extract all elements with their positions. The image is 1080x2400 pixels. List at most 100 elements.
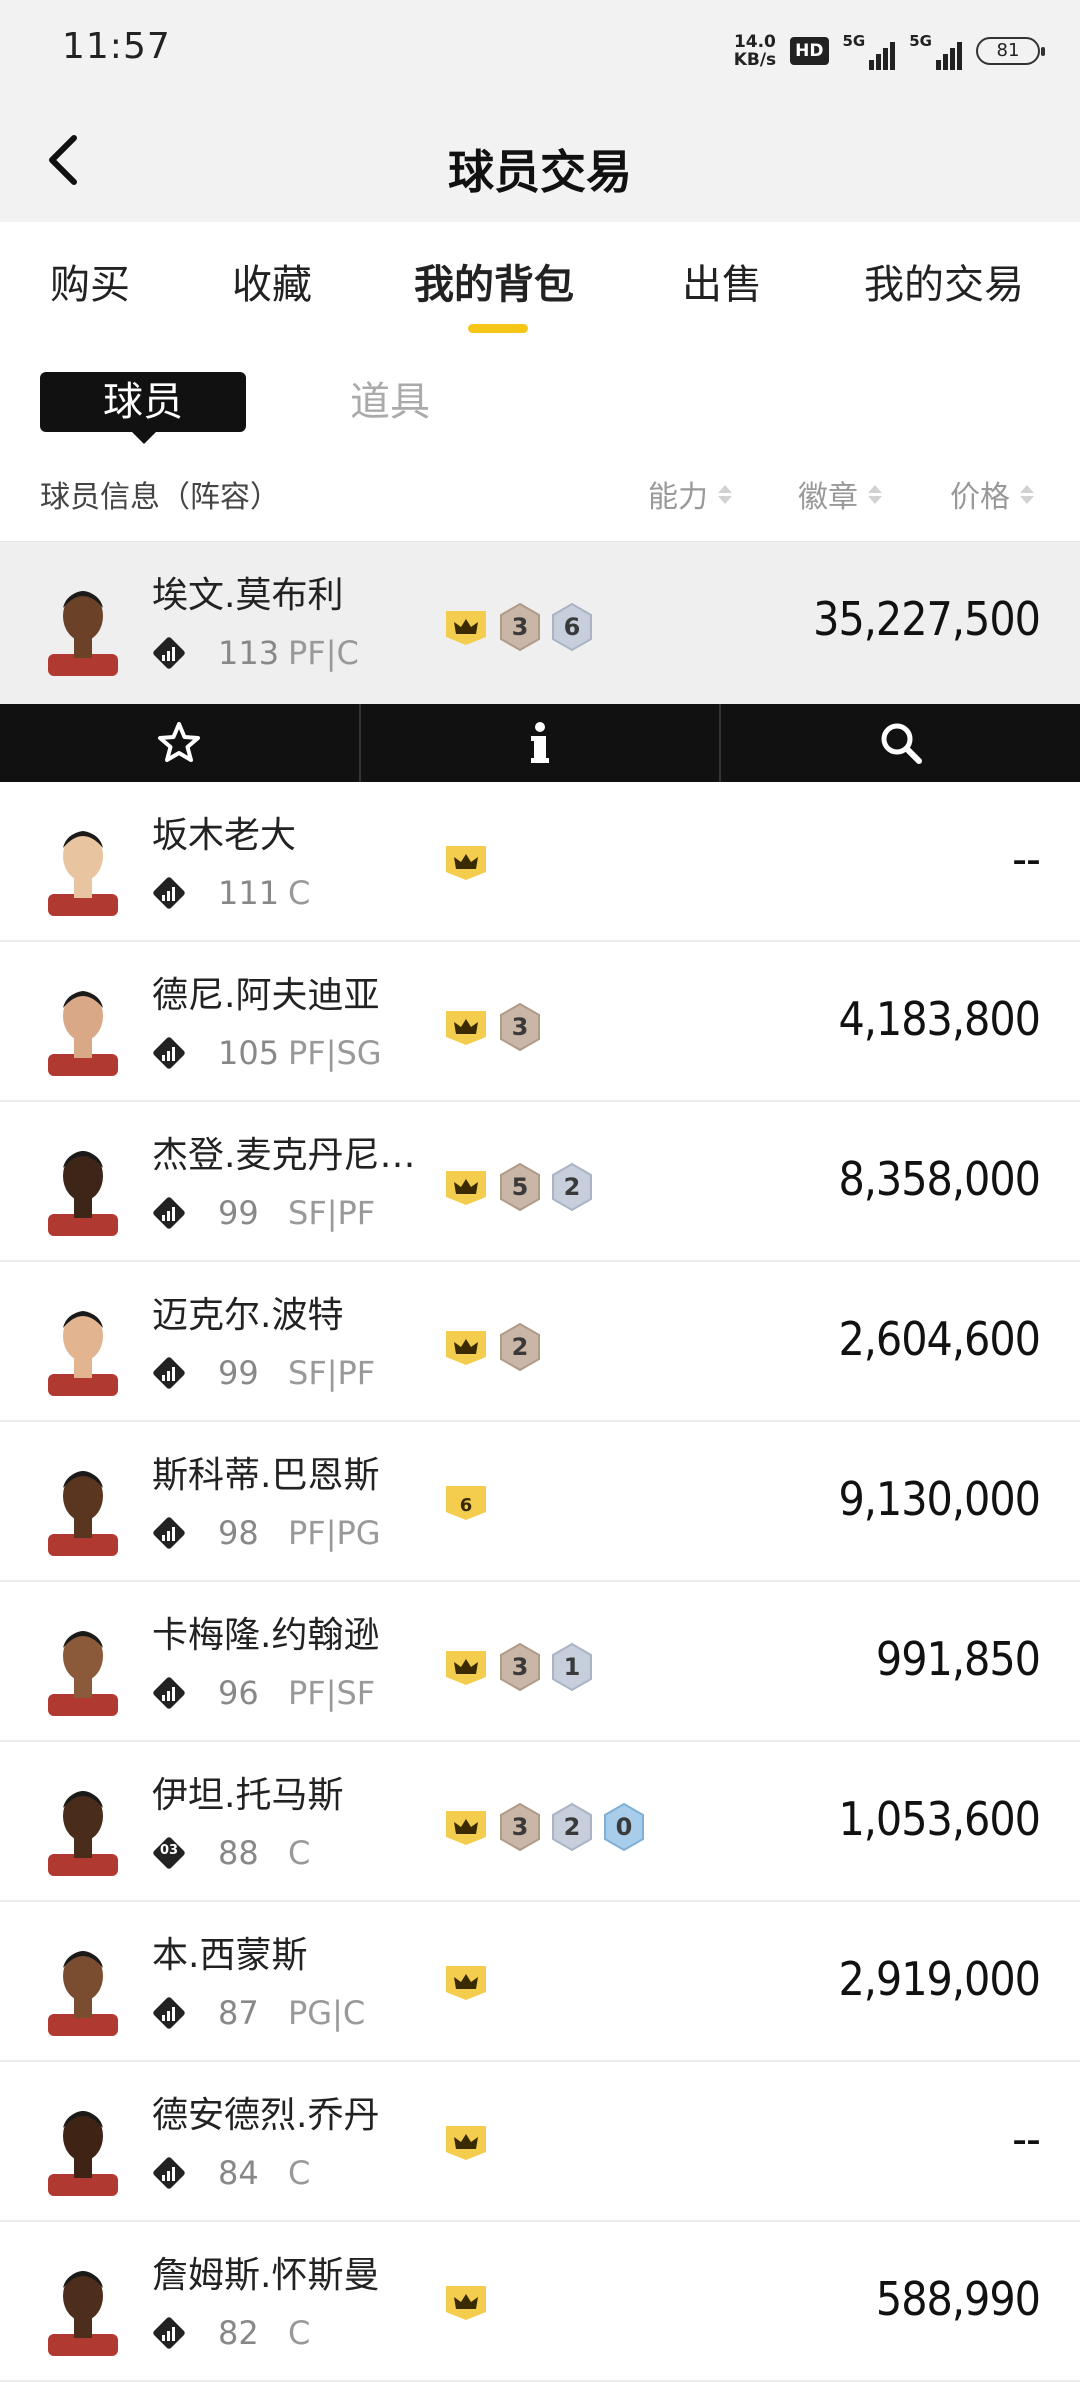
player-rating: 87: [218, 1994, 259, 2032]
nav-header: 球员交易: [0, 100, 1080, 222]
badge-group: [442, 842, 490, 882]
player-rating: 111: [218, 874, 280, 912]
badge-group: 6: [442, 1482, 490, 1522]
player-name: 詹姆斯.怀斯曼: [152, 2255, 380, 2296]
tab-active-indicator: [468, 324, 528, 333]
tab-buy[interactable]: 购买: [50, 252, 130, 310]
search-icon: [881, 723, 922, 764]
player-position: SF|PF: [288, 1194, 376, 1232]
crown-badge-icon: [442, 842, 490, 882]
player-row[interactable]: 詹姆斯.怀斯曼 82 C 588,990: [0, 2222, 1080, 2382]
player-rating: 84: [218, 2154, 259, 2192]
player-row[interactable]: 斯科蒂.巴恩斯 98 PF|PG 6 9,130,000: [0, 1422, 1080, 1582]
badge-group: 3: [442, 1002, 542, 1052]
crown-badge-icon: [442, 1327, 490, 1367]
badge-count: 3: [498, 602, 542, 652]
crown-badge-icon: 6: [442, 1482, 490, 1522]
battery-icon: 81: [976, 37, 1045, 65]
tier-icon: [152, 1516, 186, 1550]
star-icon: [158, 722, 201, 762]
signal-icon: 5G: [843, 32, 896, 70]
player-row[interactable]: 德尼.阿夫迪亚 105 PF|SG 3 4,183,800: [0, 942, 1080, 1102]
player-avatar: [38, 1456, 128, 1556]
player-position: C: [288, 874, 311, 912]
player-list: 埃文.莫布利 113 PF|C 3 6 35,227,500 坂木老大 111 C -- 德尼.阿夫…: [0, 542, 1080, 2382]
player-meta: 99 SF|PF: [152, 1354, 375, 1392]
player-price: 991,850: [875, 1632, 1041, 1686]
tab-my-bag[interactable]: 我的背包: [414, 252, 574, 310]
player-meta: 87 PG|C: [152, 1994, 365, 2032]
tier-icon: [152, 1196, 186, 1230]
player-row[interactable]: 迈克尔.波特 99 SF|PF 2 2,604,600: [0, 1262, 1080, 1422]
crown-badge-icon: [442, 2122, 490, 2162]
row-action-bar: [0, 704, 1080, 782]
player-price: 1,053,600: [838, 1792, 1041, 1846]
player-avatar: [38, 1936, 128, 2036]
svg-text:6: 6: [460, 1495, 473, 1516]
column-player-info: 球员信息（阵容）: [40, 480, 280, 515]
sort-icon: [868, 484, 882, 504]
tier-icon: [152, 1036, 186, 1070]
badge-group: [442, 2122, 490, 2162]
player-rating: 88: [218, 1834, 259, 1872]
player-name: 杰登.麦克丹尼尔斯: [152, 1135, 420, 1176]
sort-icon: [1020, 484, 1034, 504]
tier-icon: [152, 1676, 186, 1710]
player-rating: 98: [218, 1514, 259, 1552]
crown-badge-icon: [442, 1807, 490, 1847]
sort-by-price[interactable]: 价格: [950, 472, 1034, 516]
player-avatar: [38, 2256, 128, 2356]
player-meta: 84 C: [152, 2154, 310, 2192]
hd-voice-icon: HD: [790, 37, 829, 65]
tab-my-trades[interactable]: 我的交易: [864, 252, 1024, 310]
player-position: PF|SF: [288, 1674, 376, 1712]
tier-icon: [152, 636, 186, 670]
player-row[interactable]: 本.西蒙斯 87 PG|C 2,919,000: [0, 1902, 1080, 2062]
crown-badge-icon: [442, 607, 490, 647]
player-row[interactable]: 杰登.麦克丹尼尔斯 99 SF|PF 52 8,358,000: [0, 1102, 1080, 1262]
badge-group: 36: [442, 602, 594, 652]
player-position: C: [288, 1834, 311, 1872]
subtab-players[interactable]: 球员: [40, 372, 246, 444]
sort-by-ability[interactable]: 能力: [648, 472, 732, 516]
subtab-items[interactable]: 道具: [350, 372, 430, 432]
tab-sell[interactable]: 出售: [682, 252, 762, 310]
tier-icon: [152, 1356, 186, 1390]
player-avatar: [38, 976, 128, 1076]
player-rating: 105: [218, 1034, 280, 1072]
player-row[interactable]: 坂木老大 111 C --: [0, 782, 1080, 942]
player-row[interactable]: 德安德烈.乔丹 84 C --: [0, 2062, 1080, 2222]
player-name: 坂木老大: [152, 815, 297, 856]
player-name: 伊坦.托马斯: [152, 1775, 344, 1816]
tab-favorites[interactable]: 收藏: [232, 252, 312, 310]
player-rating: 99: [218, 1194, 259, 1232]
player-name: 卡梅隆.约翰逊: [152, 1615, 380, 1656]
signal-icon: 5G: [909, 32, 962, 70]
badge-count: 1: [550, 1642, 594, 1692]
badge-group: 320: [442, 1802, 646, 1852]
search-button[interactable]: [721, 704, 1080, 782]
player-meta: 82 C: [152, 2314, 310, 2352]
tier-icon: [152, 2156, 186, 2190]
player-rating: 113: [218, 634, 280, 672]
status-time: 11:57: [62, 26, 171, 67]
player-row[interactable]: 卡梅隆.约翰逊 96 PF|SF 3 1 991,850: [0, 1582, 1080, 1742]
sort-by-badges[interactable]: 徽章: [798, 472, 882, 516]
badge-group: 31: [442, 1642, 594, 1692]
player-position: PG|C: [288, 1994, 366, 2032]
player-price: 35,227,500: [813, 592, 1041, 646]
player-avatar: [38, 1136, 128, 1236]
player-position: PF|C: [288, 634, 359, 672]
player-position: PF|SG: [288, 1034, 382, 1072]
network-speed: 14.0 KB/s: [733, 32, 777, 70]
badge-count: 2: [550, 1802, 594, 1852]
crown-badge-icon: [442, 1167, 490, 1207]
favorite-button[interactable]: [0, 704, 361, 782]
tier-icon: [152, 876, 186, 910]
player-row[interactable]: 埃文.莫布利 113 PF|C 3 6 35,227,500: [0, 542, 1080, 704]
info-button[interactable]: [361, 704, 722, 782]
player-name: 斯科蒂.巴恩斯: [152, 1455, 380, 1496]
tier-icon: 03: [152, 1836, 186, 1870]
badge-count: 2: [550, 1162, 594, 1212]
player-row[interactable]: 伊坦.托马斯 03 88 C 3 2 0 1,053,600: [0, 1742, 1080, 1902]
